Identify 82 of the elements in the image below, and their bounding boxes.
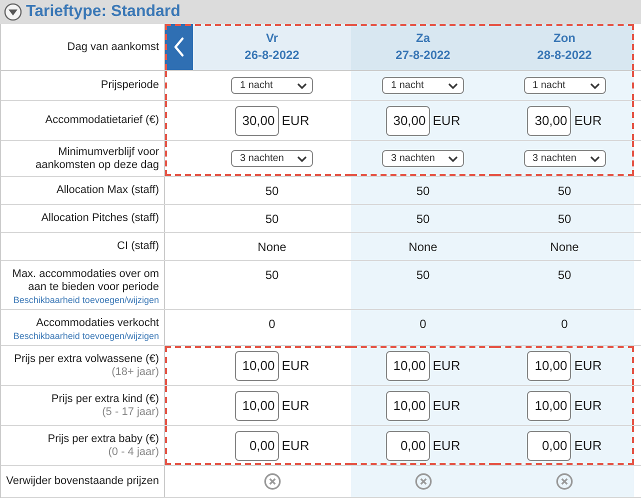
row-label: Allocation Max (staff)	[56, 184, 159, 197]
row-label: Allocation Pitches (staff)	[41, 212, 159, 225]
currency-label: EUR	[282, 438, 310, 453]
value-text: 0	[268, 317, 276, 331]
price-field[interactable]: 30,00	[234, 106, 279, 136]
value-text: None	[408, 240, 438, 254]
value-text: 0	[561, 317, 568, 331]
chevron-left-icon	[172, 35, 186, 59]
date: 27-8-2022	[396, 47, 450, 64]
row-label: Prijs per extra volwassene (€)	[14, 352, 159, 366]
price-field[interactable]: 10,00	[234, 350, 279, 380]
age-range: (5 - 17 jaar)	[102, 406, 159, 418]
value-text: 50	[265, 268, 279, 282]
row-label: Max. accommodaties over om aan te bieden voor periode	[11, 268, 159, 294]
currency-label: EUR	[432, 358, 460, 373]
value-text: 50	[558, 212, 572, 226]
currency-label: EUR	[574, 113, 602, 128]
dropdown[interactable]: 1 nacht	[231, 77, 313, 94]
row-label: CI (staff)	[117, 240, 159, 253]
dropdown[interactable]: 1 nacht	[382, 77, 464, 94]
currency-label: EUR	[282, 358, 310, 373]
age-range: (18+ jaar)	[112, 366, 159, 378]
value-text: 50	[416, 268, 430, 282]
row-label: Prijs per extra baby (€)	[48, 432, 159, 446]
dropdown[interactable]: 3 nachten	[382, 150, 464, 167]
row-label: Verwijder bovenstaande prijzen	[6, 475, 159, 488]
value-text: None	[258, 240, 286, 254]
remove-icon[interactable]	[556, 473, 573, 490]
value-text: 50	[265, 184, 279, 198]
availability-link[interactable]: Beschikbaarheid toevoegen/wijzigen	[13, 330, 159, 342]
collapse-icon[interactable]	[4, 3, 22, 21]
value-text: 0	[420, 317, 426, 331]
row-label: Minimumverblijf voor aankomsten op deze dag	[34, 146, 159, 172]
weekday: Za	[416, 30, 430, 47]
price-field[interactable]: 10,00	[234, 390, 279, 420]
date: 28-8-2022	[537, 47, 592, 64]
row-label: Accommodaties verkocht	[36, 317, 159, 330]
currency-label: EUR	[432, 113, 460, 128]
value-text: 50	[558, 184, 572, 198]
currency-label: EUR	[432, 438, 460, 453]
currency-label: EUR	[574, 358, 602, 373]
price-field[interactable]: 10,00	[527, 390, 572, 420]
price-field[interactable]: 10,00	[386, 390, 430, 420]
chevron-down-icon	[590, 82, 600, 88]
currency-label: EUR	[574, 438, 602, 453]
price-field[interactable]: 10,00	[386, 350, 430, 380]
dropdown[interactable]: 3 nachten	[231, 150, 313, 167]
currency-label: EUR	[432, 398, 460, 413]
value-text: 50	[558, 268, 572, 282]
chevron-down-icon	[448, 156, 458, 162]
price-field[interactable]: 0,00	[527, 430, 572, 460]
price-field[interactable]: 10,00	[527, 350, 572, 380]
chevron-down-icon	[448, 82, 458, 88]
currency-label: EUR	[282, 113, 310, 128]
price-field[interactable]: 0,00	[234, 430, 279, 460]
value-text: 50	[416, 184, 430, 198]
row-label: Prijsperiode	[100, 79, 159, 92]
value-text: None	[550, 240, 579, 254]
price-field[interactable]: 30,00	[386, 106, 430, 136]
price-field[interactable]: 0,00	[386, 430, 430, 460]
row-label: Accommodatietarief (€)	[45, 114, 159, 127]
row-label: Prijs per extra kind (€)	[51, 392, 159, 406]
value-text: 50	[265, 212, 279, 226]
currency-label: EUR	[574, 398, 602, 413]
dropdown[interactable]: 3 nachten	[524, 150, 606, 167]
chevron-down-icon	[590, 156, 600, 162]
availability-link[interactable]: Beschikbaarheid toevoegen/wijzigen	[13, 294, 159, 306]
price-field[interactable]: 30,00	[527, 106, 572, 136]
remove-icon[interactable]	[414, 473, 432, 490]
currency-label: EUR	[282, 398, 310, 413]
dropdown[interactable]: 1 nacht	[524, 77, 606, 94]
section-title: Tarieftype: Standard	[26, 3, 180, 21]
weekday: Vr	[266, 30, 278, 47]
date: 26-8-2022	[244, 47, 300, 64]
previous-button[interactable]	[165, 24, 193, 70]
chevron-down-icon	[297, 82, 307, 88]
weekday: Zon	[554, 30, 576, 47]
remove-icon[interactable]	[264, 473, 280, 490]
age-range: (0 - 4 jaar)	[108, 446, 159, 458]
chevron-down-icon	[297, 156, 307, 162]
row-label: Dag van aankomst	[67, 40, 159, 54]
value-text: 50	[416, 212, 430, 226]
